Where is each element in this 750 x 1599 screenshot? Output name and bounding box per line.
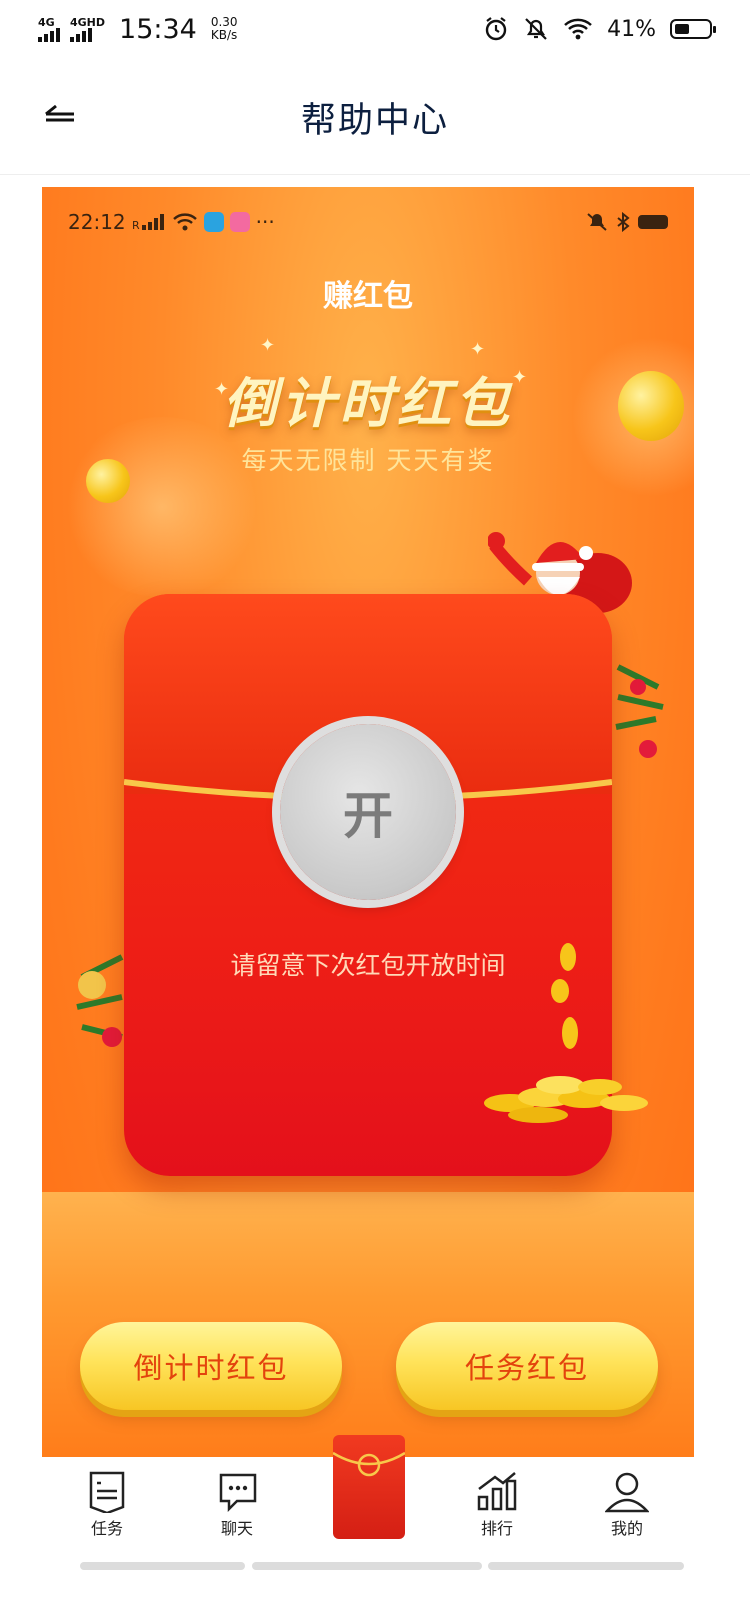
tab-label: 任务 [90,1519,123,1538]
ranking-chart-icon [477,1472,517,1511]
pine-decoration-icon [76,954,124,1047]
network-type-2: 4GHD [70,15,106,29]
page-title: 帮助中心 [300,101,449,141]
countdown-redpacket-button[interactable]: 倒计时红包 [80,1322,342,1410]
floating-coin-icon [86,459,130,503]
tab-label: 排行 [480,1519,513,1538]
red-envelope-icon [332,1451,406,1477]
pine-decoration-icon [615,664,664,758]
network-speed-unit: KB/s [210,28,238,42]
inner-status-bar: 22:12 R ··· [68,207,668,237]
tab-label: 聊天 [220,1519,253,1538]
sparkle-icon: ✦ [260,335,276,356]
status-bar-right: 41% [483,16,716,42]
bottom-tab-bar: 任务 聊天 排行 我的 [42,1435,694,1559]
wifi-icon [564,18,592,40]
status-bar: 4G 4GHD 15:34 0.30 KB/s 41% [0,0,750,58]
alarm-icon [485,17,507,41]
signal-icon-2: 4GHD [70,17,105,42]
network-type-1: 4G [38,15,55,29]
scroll-indicator [80,1562,245,1570]
tab-label: 我的 [610,1519,643,1538]
telegram-app-icon [203,212,224,232]
tab-profile[interactable]: 我的 [592,1471,662,1539]
decor-glow [62,417,262,597]
red-packet-poster: 22:12 R ··· 赚红包 ✦ ✦ ✦ ✦ 倒计时红包 每天无限制 天天有奖 [42,187,694,1457]
signal-icon-1: 4G [38,17,60,42]
inner-signal-icon: R [132,214,164,231]
inner-mute-icon [587,213,607,231]
battery-icon [670,19,716,39]
inner-more-icon: ··· [255,210,275,234]
scroll-indicator [488,1562,684,1570]
inner-wifi-icon [172,213,197,231]
sparkle-icon: ✦ [470,339,486,360]
user-profile-icon [605,1472,649,1513]
mute-bell-icon [525,18,547,40]
tab-red-envelope[interactable] [332,1435,406,1539]
battery-percent: 41% [607,16,656,42]
floating-coin-icon [618,371,684,441]
coin-pile-icon [484,943,648,1123]
status-time: 15:34 [119,13,197,45]
app-header: 帮助中心 [0,58,750,175]
tab-ranking[interactable]: 排行 [462,1471,532,1539]
scroll-indicator [252,1562,482,1570]
chat-bubble-icon [219,1473,257,1513]
tab-chat[interactable]: 聊天 [202,1471,272,1539]
inner-status-time: 22:12 [68,210,126,234]
tab-task[interactable]: 任务 [72,1471,142,1539]
task-redpacket-button[interactable]: 任务红包 [396,1322,658,1410]
network-speed: 0.30 KB/s [211,16,238,41]
inner-battery-icon [638,215,668,229]
open-button-label: 开 [343,787,393,845]
pink-app-icon [229,212,250,232]
task-list-icon [89,1471,125,1513]
open-envelope-button[interactable]: 开 [280,724,456,900]
svg-text:R: R [132,219,140,231]
status-bar-left: 4G 4GHD 15:34 0.30 KB/s [38,14,238,45]
inner-bluetooth-icon [617,212,630,232]
poster-title: 赚红包 [323,279,413,314]
